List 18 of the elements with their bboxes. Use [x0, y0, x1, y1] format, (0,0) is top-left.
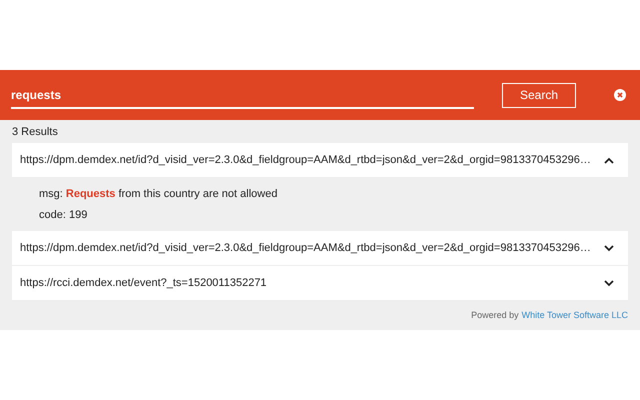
result-url: https://rcci.demdex.net/event?_ts=1520011352271 [20, 277, 267, 289]
chevron-down-icon[interactable] [604, 244, 614, 252]
powered-by-text: Powered by [471, 310, 519, 320]
result-row[interactable]: https://rcci.demdex.net/event?_ts=1520011352271 [12, 266, 628, 301]
chevron-up-icon[interactable] [604, 156, 614, 164]
search-input[interactable]: requests [11, 88, 474, 102]
close-icon[interactable] [614, 89, 626, 101]
result-url: https://dpm.demdex.net/id?d_visid_ver=2.3.0&d_fieldgroup=AAM&d_rtbd=json&d_ver=2&d_orgid=9813370453296… [20, 242, 591, 254]
search-button[interactable]: Search [502, 82, 576, 108]
result-url: https://dpm.demdex.net/id?d_visid_ver=2.3.0&d_fieldgroup=AAM&d_rtbd=json&d_ver=2&d_orgid=9813370453296… [20, 154, 591, 166]
detail-line: code: 199 [39, 209, 88, 221]
result-row[interactable]: https://dpm.demdex.net/id?d_visid_ver=2.3.0&d_fieldgroup=AAM&d_rtbd=json&d_ver=2&d_orgid=9813370453296… [12, 231, 628, 266]
chevron-down-icon[interactable] [604, 280, 614, 286]
result-row[interactable]: https://dpm.demdex.net/id?d_visid_ver=2.3.0&d_fieldgroup=AAM&d_rtbd=json&d_ver=2&d_orgid=9813370453296… [12, 143, 628, 178]
results-count: 3 Results [12, 126, 59, 138]
search-field[interactable]: requests [11, 84, 474, 108]
detail-line: msg: Requests from this country are not allowed [39, 188, 278, 200]
company-link[interactable]: White Tower Software LLC [522, 310, 628, 320]
